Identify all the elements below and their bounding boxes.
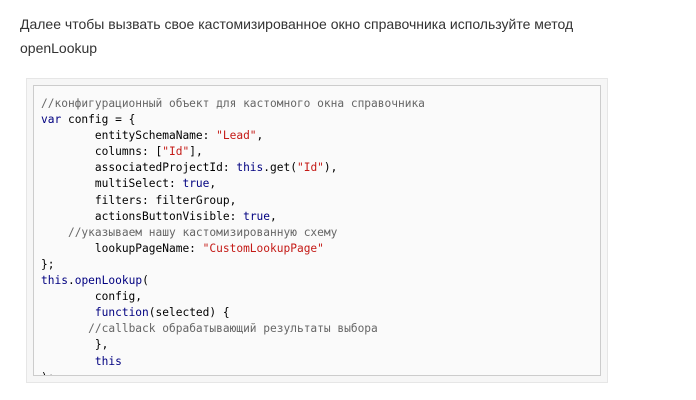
code-line: config,: [41, 289, 594, 305]
code-text: ,: [270, 209, 277, 223]
code-text: associatedProjectId:: [41, 161, 237, 175]
code-comment: //callback обрабатывающий результаты выб…: [88, 322, 378, 336]
code-listing: //конфигурационный объект для кастомного…: [41, 96, 594, 375]
code-keyword: this: [236, 161, 264, 175]
code-line: this.openLookup(: [41, 273, 594, 289]
code-text: entitySchemaName:: [41, 129, 217, 143]
code-text: );: [41, 371, 54, 375]
code-string: "Id": [296, 161, 324, 175]
code-line: //указываем нашу кастомизированную схему: [41, 225, 594, 241]
code-block-frame: //конфигурационный объект для кастомного…: [26, 78, 608, 383]
code-line: },: [41, 337, 594, 353]
code-line: associatedProjectId: this.get("Id"),: [41, 160, 594, 176]
code-keyword: function: [94, 306, 149, 320]
article-page: Далее чтобы вызвать свое кастомизированн…: [0, 0, 696, 400]
code-comment: //конфигурационный объект для кастомного…: [41, 97, 425, 110]
code-line: actionsButtonVisible: true,: [41, 209, 594, 225]
code-line: lookupPageName: "CustomLookupPage": [41, 241, 594, 257]
intro-paragraph: Далее чтобы вызвать свое кастомизированн…: [20, 12, 660, 60]
code-text: (: [142, 274, 149, 288]
code-text: ),: [323, 161, 338, 175]
code-text: columns: [: [41, 145, 163, 159]
code-line: };: [41, 257, 594, 273]
code-text: ],: [189, 145, 203, 159]
code-text: (selected) {: [148, 306, 230, 320]
code-text: },: [41, 338, 109, 352]
code-line: entitySchemaName: "Lead",: [41, 128, 594, 144]
code-text: config,: [41, 290, 143, 304]
code-line: columns: ["Id"],: [41, 144, 594, 160]
code-line: );: [41, 370, 594, 375]
intro-text-line-1: Далее чтобы вызвать свое кастомизированн…: [20, 16, 574, 32]
code-text: ,: [256, 129, 264, 143]
code-string: "CustomLookupPage": [202, 241, 324, 255]
code-line: function(selected) {: [41, 305, 594, 321]
code-string: "Lead": [216, 129, 257, 143]
code-text: .get(: [263, 161, 297, 175]
code-text: lookupPageName:: [41, 241, 203, 255]
code-line: //конфигурационный объект для кастомного…: [41, 96, 594, 112]
code-keyword: true: [243, 209, 271, 223]
code-keyword: true: [182, 177, 210, 191]
code-text: config = {: [61, 113, 136, 127]
code-line: multiSelect: true,: [41, 176, 594, 192]
code-line: filters: filterGroup,: [41, 193, 594, 209]
code-text: filters: filterGroup,: [41, 193, 237, 207]
code-line: var config = {: [41, 112, 594, 128]
code-text: actionsButtonVisible:: [41, 209, 244, 223]
code-text: .: [67, 274, 75, 288]
code-text: multiSelect:: [41, 177, 183, 191]
code-comment: //указываем нашу кастомизированную схему: [67, 225, 338, 239]
code-keyword: this: [41, 274, 68, 288]
code-string: "Id": [162, 145, 190, 159]
code-text: };: [41, 257, 55, 271]
code-keyword: openLookup: [74, 274, 143, 288]
code-line: this: [41, 354, 594, 370]
code-keyword: this: [94, 354, 122, 368]
code-block: //конфигурационный объект для кастомного…: [33, 85, 601, 376]
intro-text-line-2: openLookup: [20, 40, 98, 56]
code-keyword: var: [41, 113, 62, 127]
code-text: ,: [209, 177, 217, 191]
code-line: //callback обрабатывающий результаты выб…: [41, 321, 594, 337]
